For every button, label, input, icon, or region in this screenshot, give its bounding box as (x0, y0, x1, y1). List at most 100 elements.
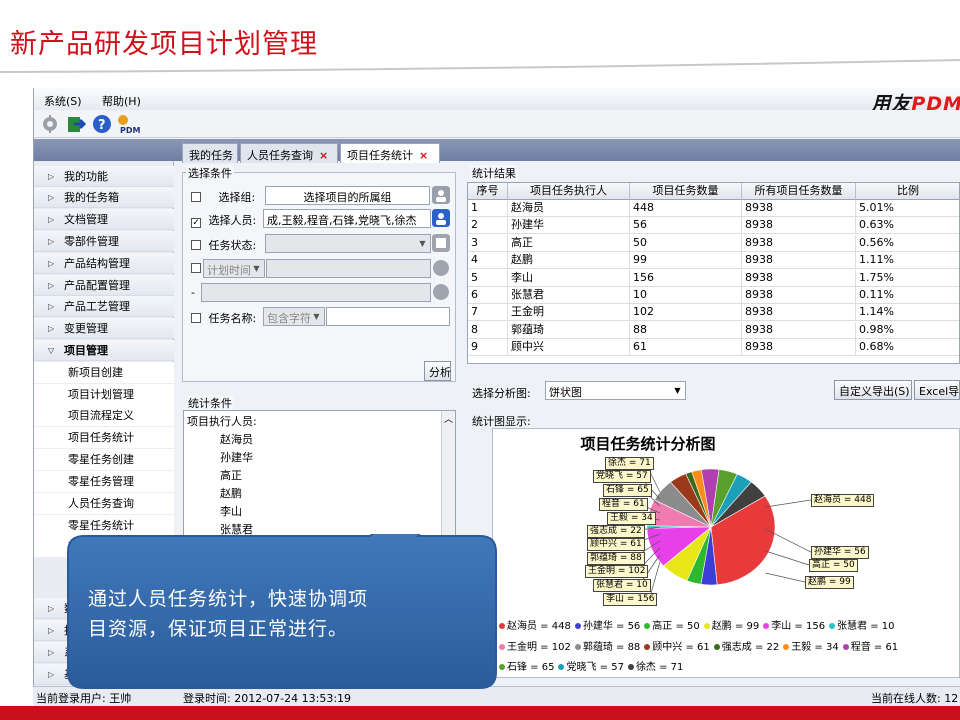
help-icon[interactable]: ? (92, 114, 112, 134)
table-cell[interactable]: 102 (630, 304, 742, 322)
person-select-icon[interactable] (432, 209, 450, 227)
analyze-button[interactable]: 分析 (424, 361, 451, 381)
time-start-field[interactable] (266, 259, 431, 278)
table-cell[interactable]: 顾中兴 (508, 339, 630, 357)
table-cell[interactable]: 61 (630, 339, 742, 357)
name-checkbox[interactable] (191, 313, 201, 323)
status-select[interactable]: ▼ (265, 234, 431, 253)
list-item[interactable]: 孙建华 (220, 449, 253, 465)
time-end-field[interactable] (201, 283, 431, 302)
tab-person-query[interactable]: 人员任务查询 × (240, 143, 338, 163)
table-cell[interactable]: 1.75% (856, 270, 959, 287)
time-checkbox[interactable] (191, 263, 201, 273)
tab-project-stats[interactable]: 项目任务统计 × (340, 143, 440, 163)
sidebar-subitem[interactable]: 项目流程定义 (34, 405, 174, 427)
table-cell[interactable]: 赵海员 (508, 200, 630, 217)
sidebar-item-project[interactable]: ▽ 项目管理 (34, 340, 174, 361)
chevron-up-icon[interactable]: ︿ (444, 412, 453, 425)
table-cell[interactable]: 1.11% (856, 252, 959, 270)
status-checkbox[interactable] (191, 240, 201, 250)
table-cell[interactable]: 8938 (742, 234, 856, 252)
table-cell[interactable]: 0.11% (856, 287, 959, 304)
table-cell[interactable]: 8938 (742, 269, 856, 287)
list-item[interactable]: 高正 (220, 467, 242, 483)
column-header[interactable]: 序号 (468, 183, 508, 200)
close-icon[interactable]: × (319, 149, 328, 162)
table-cell[interactable]: 郭蕴琦 (508, 321, 630, 339)
table-cell[interactable]: 8938 (742, 200, 856, 217)
name-input[interactable] (326, 307, 450, 326)
table-cell[interactable]: 448 (630, 200, 742, 217)
sidebar-item-task-box[interactable]: ▷ 我的任务箱 (34, 187, 174, 208)
table-cell[interactable]: 王金明 (508, 304, 630, 322)
column-header[interactable]: 项目任务数量 (630, 183, 742, 200)
tab-my-tasks[interactable]: 我的任务 (182, 143, 238, 163)
sidebar-subitem[interactable]: 零星任务管理 (34, 471, 174, 493)
table-cell[interactable]: 2 (468, 217, 508, 235)
table-cell[interactable]: 4 (468, 252, 508, 270)
table-cell[interactable]: 6 (468, 287, 508, 304)
menu-help[interactable]: 帮助(H) (102, 93, 141, 109)
sidebar-item-product-structure[interactable]: ▷ 产品结构管理 (34, 253, 174, 274)
group-checkbox[interactable] (191, 192, 201, 202)
sidebar-item-product-config[interactable]: ▷ 产品配置管理 (34, 275, 174, 296)
person-field[interactable]: 成,王毅,程音,石锋,党晓飞,徐杰 (263, 209, 431, 228)
pdm-icon[interactable]: PDM (116, 114, 142, 134)
sidebar-subitem[interactable]: 新项目创建 (34, 362, 174, 384)
table-cell[interactable]: 88 (630, 321, 742, 339)
table-cell[interactable]: 5 (468, 269, 508, 287)
table-cell[interactable]: 1.14% (856, 304, 959, 322)
table-cell[interactable]: 8 (468, 321, 508, 339)
column-header[interactable]: 所有项目任务数量 (742, 183, 856, 200)
name-match-select[interactable]: 包含字符 ▼ (263, 307, 325, 326)
sidebar-item-product-process[interactable]: ▷ 产品工艺管理 (34, 296, 174, 317)
table-cell[interactable]: 8938 (742, 339, 856, 357)
time-type-select[interactable]: 计划时间 ▼ (203, 259, 265, 278)
table-cell[interactable]: 50 (630, 234, 742, 252)
table-cell[interactable]: 8938 (742, 321, 856, 339)
table-cell[interactable]: 0.98% (856, 322, 959, 339)
table-cell[interactable]: 7 (468, 304, 508, 322)
list-item[interactable]: 李山 (220, 503, 242, 519)
column-header[interactable]: 比例 (856, 183, 959, 200)
table-cell[interactable]: 1 (468, 200, 508, 217)
table-cell[interactable]: 孙建华 (508, 217, 630, 235)
list-item[interactable]: 赵海员 (220, 431, 253, 447)
table-cell[interactable]: 0.63% (856, 217, 959, 235)
table-cell[interactable]: 156 (630, 269, 742, 287)
list-item[interactable]: 赵鹏 (220, 485, 242, 501)
table-cell[interactable]: 8938 (742, 252, 856, 270)
column-header[interactable]: 项目任务执行人 (508, 183, 630, 200)
settings-icon[interactable] (40, 114, 60, 134)
table-cell[interactable]: 8938 (742, 304, 856, 322)
table-cell[interactable]: 56 (630, 217, 742, 235)
excel-export-button[interactable]: Excel导出 (914, 380, 960, 400)
chart-type-select[interactable]: 饼状图 ▼ (545, 381, 686, 400)
person-checkbox[interactable]: ✓ (191, 218, 201, 228)
table-cell[interactable]: 高正 (508, 234, 630, 252)
sidebar-item-documents[interactable]: ▷ 文档管理 (34, 209, 174, 230)
sidebar-item-change[interactable]: ▷ 变更管理 (34, 318, 174, 339)
exit-icon[interactable] (66, 114, 86, 134)
sidebar-subitem[interactable]: 项目任务统计 (34, 427, 174, 449)
table-cell[interactable]: 0.68% (856, 339, 959, 357)
table-cell[interactable]: 张慧君 (508, 287, 630, 304)
calendar-icon[interactable] (432, 259, 450, 277)
calendar-icon[interactable] (432, 283, 450, 301)
table-cell[interactable]: 3 (468, 234, 508, 252)
sidebar-subitem[interactable]: 项目计划管理 (34, 384, 174, 406)
table-cell[interactable]: 10 (630, 287, 742, 304)
table-cell[interactable]: 赵鹏 (508, 252, 630, 270)
sidebar-subitem[interactable]: 零星任务创建 (34, 449, 174, 471)
table-cell[interactable]: 5.01% (856, 200, 959, 217)
table-cell[interactable]: 9 (468, 339, 508, 357)
group-select-icon[interactable] (432, 186, 450, 204)
table-cell[interactable]: 0.56% (856, 235, 959, 252)
sidebar-subitem[interactable]: 人员任务查询 (34, 493, 174, 515)
menu-system[interactable]: 系统(S) (44, 93, 82, 109)
table-cell[interactable]: 李山 (508, 269, 630, 287)
table-cell[interactable]: 99 (630, 252, 742, 270)
sidebar-item-my-functions[interactable]: ▷ 我的功能 (34, 166, 174, 187)
sidebar-item-parts[interactable]: ▷ 零部件管理 (34, 231, 174, 252)
custom-export-button[interactable]: 自定义导出(S) (834, 380, 912, 400)
